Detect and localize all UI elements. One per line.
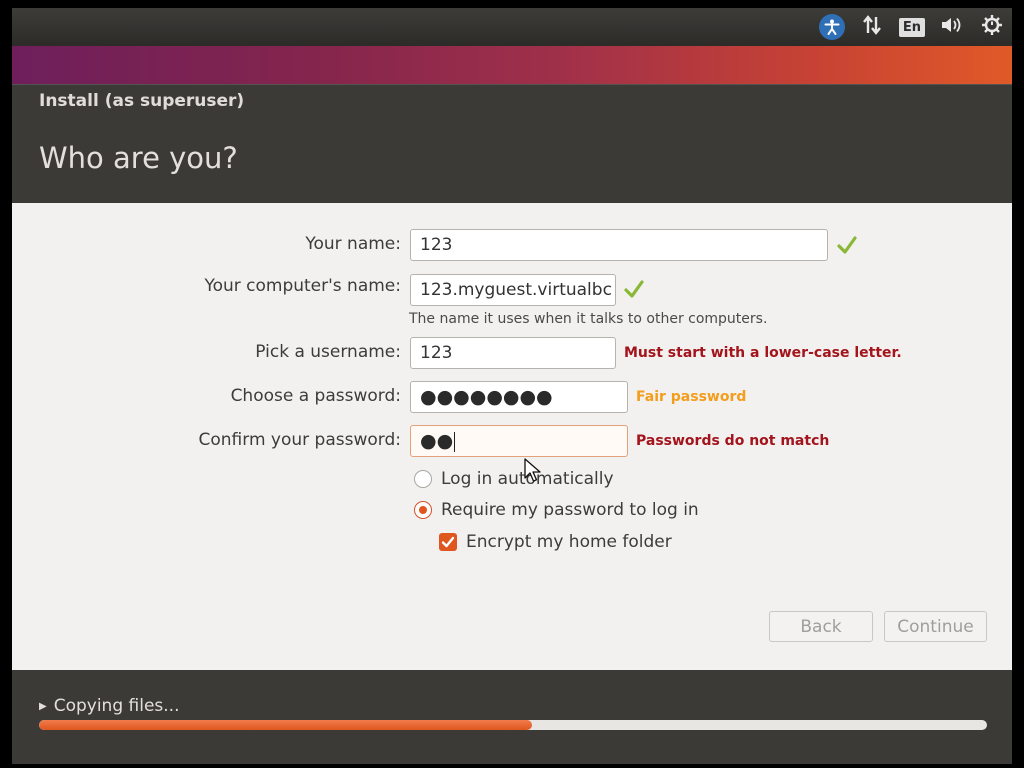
continue-button[interactable]: Continue <box>884 611 987 642</box>
computer-name-hint: The name it uses when it talks to other … <box>409 311 768 327</box>
session-indicator[interactable] <box>972 8 1012 46</box>
accessibility-indicator[interactable] <box>812 8 852 46</box>
encrypt-home-option[interactable]: Encrypt my home folder <box>439 532 672 552</box>
your-name-valid-check-icon <box>837 236 857 254</box>
encrypt-home-checkbox[interactable] <box>439 533 457 551</box>
power-gear-icon <box>981 14 1003 40</box>
mouse-pointer-icon <box>524 458 541 482</box>
top-panel: En <box>12 8 1012 46</box>
auto-login-radio[interactable] <box>414 470 432 488</box>
installer-window: Install (as superuser) Who are you? Your… <box>12 84 1012 764</box>
password-mismatch-message: Passwords do not match <box>636 433 830 449</box>
computer-name-valid-check-icon <box>624 280 644 298</box>
checkmark-icon <box>441 536 455 548</box>
auto-login-option[interactable]: Log in automatically <box>414 469 614 489</box>
progress-footer: ▶ Copying files... <box>12 670 1012 764</box>
back-button[interactable]: Back <box>769 611 873 642</box>
status-label: Copying files... <box>53 696 180 716</box>
network-indicator[interactable] <box>852 8 892 46</box>
require-password-label: Require my password to log in <box>441 500 699 520</box>
expander-arrow-icon: ▶ <box>39 700 47 712</box>
progress-bar <box>39 720 987 730</box>
volume-icon <box>940 15 964 39</box>
require-password-option[interactable]: Require my password to log in <box>414 500 699 520</box>
indicator-tray: En <box>812 8 1012 46</box>
copying-files-expander[interactable]: ▶ Copying files... <box>39 696 179 716</box>
sound-indicator[interactable] <box>932 8 972 46</box>
require-password-radio[interactable] <box>414 501 432 519</box>
computer-name-input[interactable]: 123.myguest.virtualbc <box>410 274 616 306</box>
confirm-password-label: Confirm your password: <box>198 430 401 450</box>
title-bar: Install (as superuser) Who are you? <box>12 84 1012 203</box>
password-input[interactable]: ●●●●●●●● <box>410 381 628 413</box>
page-title: Who are you? <box>39 141 238 175</box>
window-title: Install (as superuser) <box>39 91 245 111</box>
confirm-password-value: ●● <box>420 430 454 452</box>
keyboard-indicator[interactable]: En <box>892 8 932 46</box>
username-input[interactable]: 123 <box>410 337 616 369</box>
username-error-message: Must start with a lower-case letter. <box>624 345 902 361</box>
text-caret <box>454 431 456 452</box>
password-strength-message: Fair password <box>636 389 747 405</box>
network-arrows-icon <box>861 14 883 40</box>
confirm-password-input[interactable]: ●● <box>410 425 628 457</box>
keyboard-layout-icon: En <box>898 17 926 37</box>
accessibility-icon <box>819 14 845 40</box>
encrypt-home-label: Encrypt my home folder <box>466 532 672 552</box>
progress-fill <box>39 720 532 730</box>
computer-name-label: Your computer's name: <box>204 276 401 296</box>
your-name-label: Your name: <box>305 234 401 254</box>
desktop-wallpaper <box>12 46 1012 84</box>
username-label: Pick a username: <box>255 342 401 362</box>
your-name-input[interactable]: 123 <box>410 229 828 261</box>
password-label: Choose a password: <box>230 386 401 406</box>
